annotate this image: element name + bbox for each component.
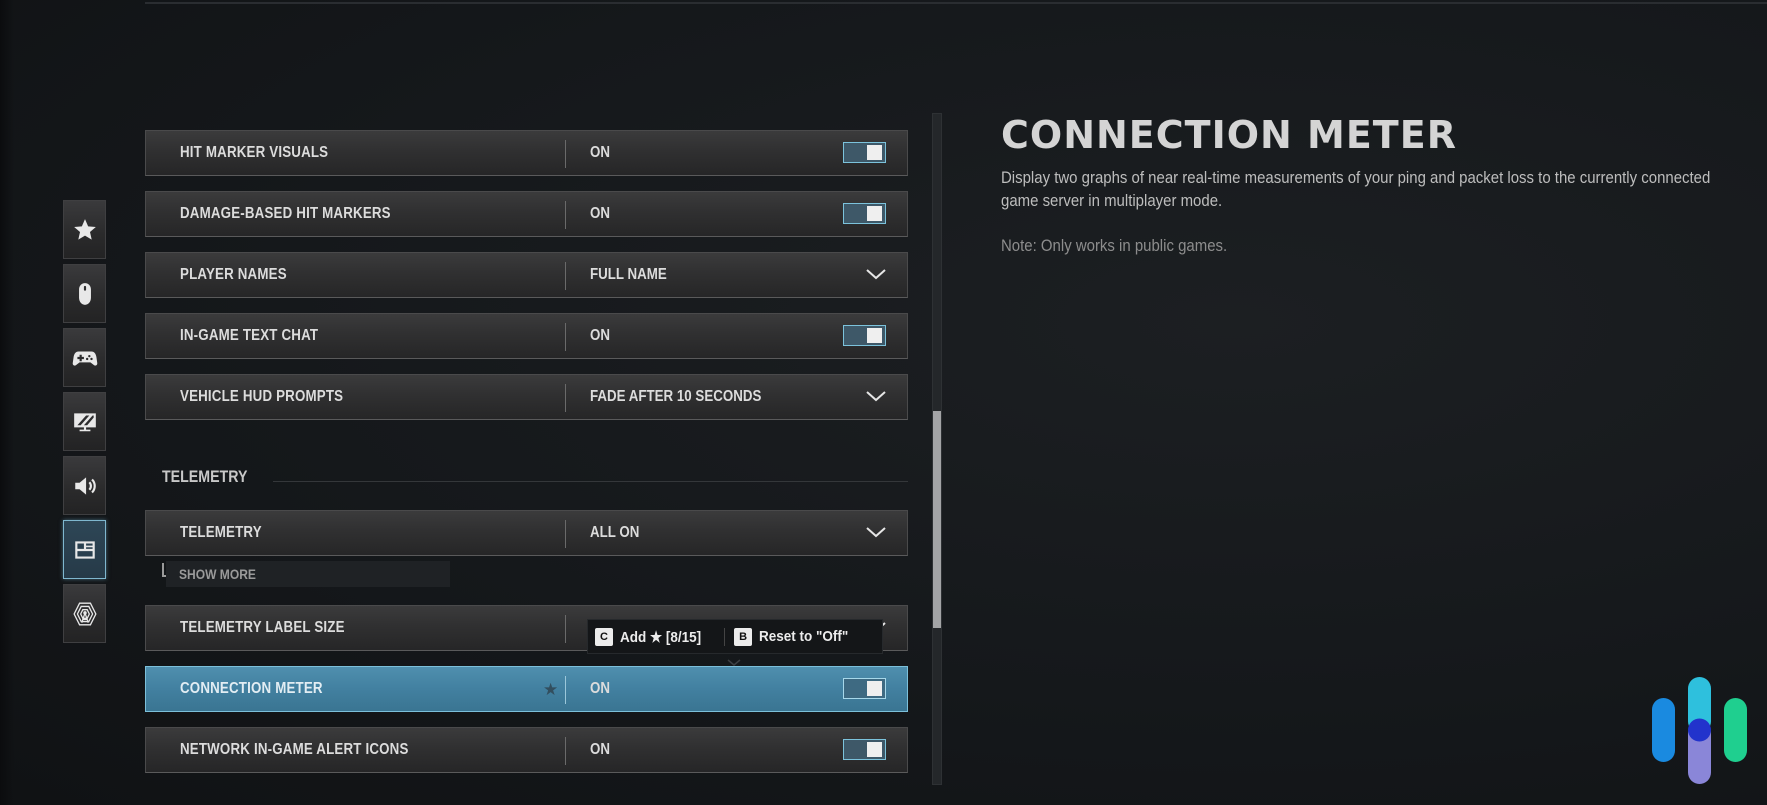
setting-row-telemetry[interactable]: TELEMETRY ALL ON — [145, 510, 908, 556]
screen-edge-shadow — [0, 0, 14, 805]
setting-value: ON — [590, 327, 610, 344]
setting-label: TELEMETRY — [180, 524, 262, 541]
detail-title: CONNECTION METER — [1001, 113, 1457, 157]
tooltip-caret-icon — [727, 654, 741, 666]
detail-note: Note: Only works in public games. — [1001, 236, 1228, 255]
setting-label: IN-GAME TEXT CHAT — [180, 327, 319, 344]
toggle-knob — [867, 145, 882, 160]
toggle-knob — [867, 681, 882, 696]
sidebar-item-interface[interactable] — [63, 520, 106, 579]
key-hint-c: C — [595, 627, 613, 646]
setting-value: ON — [590, 205, 610, 222]
row-divider — [565, 384, 566, 412]
settings-list: HIT MARKER VISUALS ON DAMAGE-BASED HIT M… — [145, 0, 908, 805]
scrollbar-thumb[interactable] — [933, 411, 941, 628]
reset-action[interactable]: Reset to "Off" — [759, 628, 848, 645]
section-header-telemetry: TELEMETRY — [162, 468, 248, 486]
setting-row-hit-marker-visuals[interactable]: HIT MARKER VISUALS ON — [145, 130, 908, 176]
brand-logo-icon — [1652, 677, 1747, 784]
setting-row-connection-meter[interactable]: CONNECTION METER ★ ON — [145, 666, 908, 712]
sidebar-item-graphics[interactable] — [63, 392, 106, 451]
setting-row-damage-based-hit-markers[interactable]: DAMAGE-BASED HIT MARKERS ON — [145, 191, 908, 237]
setting-label: PLAYER NAMES — [180, 266, 287, 283]
row-divider — [565, 737, 566, 765]
setting-value: ON — [590, 680, 610, 697]
key-hint-b: B — [734, 627, 753, 646]
setting-row-network-in-game-alert-icons[interactable]: NETWORK IN-GAME ALERT ICONS ON — [145, 727, 908, 773]
toggle-knob — [867, 328, 882, 343]
logo-bar-right — [1724, 698, 1747, 762]
sidebar-item-account-network[interactable] — [63, 584, 106, 643]
show-more-label: SHOW MORE — [179, 566, 256, 582]
row-divider — [565, 323, 566, 351]
row-divider — [565, 140, 566, 168]
toggle-switch[interactable] — [843, 142, 886, 163]
setting-row-in-game-text-chat[interactable]: IN-GAME TEXT CHAT ON — [145, 313, 908, 359]
sidebar-item-mouse-keyboard[interactable] — [63, 264, 106, 323]
toggle-knob — [867, 206, 882, 221]
layout-icon — [74, 540, 95, 559]
detail-description: Display two graphs of near real-time mea… — [1001, 168, 1711, 210]
star-icon — [73, 218, 96, 240]
setting-label: DAMAGE-BASED HIT MARKERS — [180, 205, 391, 222]
action-tooltip: C Add ★ [8/15] B Reset to "Off" — [587, 619, 883, 654]
setting-label: NETWORK IN-GAME ALERT ICONS — [180, 741, 409, 758]
row-divider — [565, 201, 566, 229]
row-divider — [565, 520, 566, 548]
setting-row-vehicle-hud-prompts[interactable]: VEHICLE HUD PROMPTS FADE AFTER 10 SECOND… — [145, 374, 908, 420]
add-favorite-action[interactable]: Add ★ [8/15] — [620, 628, 701, 646]
chevron-down-icon[interactable] — [865, 389, 887, 403]
sidebar-item-favorites[interactable] — [63, 200, 106, 259]
sidebar-item-audio[interactable] — [63, 456, 106, 515]
dropdown-value: ALL ON — [590, 524, 640, 541]
dropdown-value: FULL NAME — [590, 266, 667, 283]
dropdown-value: FADE AFTER 10 SECONDS — [590, 388, 762, 405]
sidebar-item-controller[interactable] — [63, 328, 106, 387]
setting-label: VEHICLE HUD PROMPTS — [180, 388, 344, 405]
speaker-icon — [74, 476, 96, 495]
detail-panel: CONNECTION METER Display two graphs of n… — [1001, 112, 1721, 256]
chevron-down-icon[interactable] — [865, 525, 887, 539]
logo-dot — [1688, 718, 1711, 742]
setting-value: ON — [590, 144, 610, 161]
toggle-switch[interactable] — [843, 203, 886, 224]
setting-value: ON — [590, 741, 610, 758]
show-more-button[interactable]: SHOW MORE — [166, 561, 450, 587]
chevron-down-icon[interactable] — [865, 267, 887, 281]
setting-label: HIT MARKER VISUALS — [180, 144, 329, 161]
toggle-switch[interactable] — [843, 678, 886, 699]
row-divider — [565, 262, 566, 290]
toggle-knob — [867, 742, 882, 757]
toggle-switch[interactable] — [843, 325, 886, 346]
setting-label: CONNECTION METER — [180, 680, 323, 697]
logo-bar-left — [1652, 698, 1675, 762]
section-divider — [273, 481, 908, 482]
setting-label: TELEMETRY LABEL SIZE — [180, 619, 345, 636]
row-divider — [565, 676, 566, 704]
gamepad-icon — [72, 351, 97, 366]
toggle-switch[interactable] — [843, 739, 886, 760]
row-divider — [565, 615, 566, 643]
network-tower-icon — [72, 602, 97, 625]
tooltip-separator — [724, 627, 726, 646]
mouse-icon — [78, 282, 91, 305]
monitor-icon — [73, 412, 96, 431]
favorite-star-icon: ★ — [543, 680, 559, 699]
setting-row-player-names[interactable]: PLAYER NAMES FULL NAME — [145, 252, 908, 298]
